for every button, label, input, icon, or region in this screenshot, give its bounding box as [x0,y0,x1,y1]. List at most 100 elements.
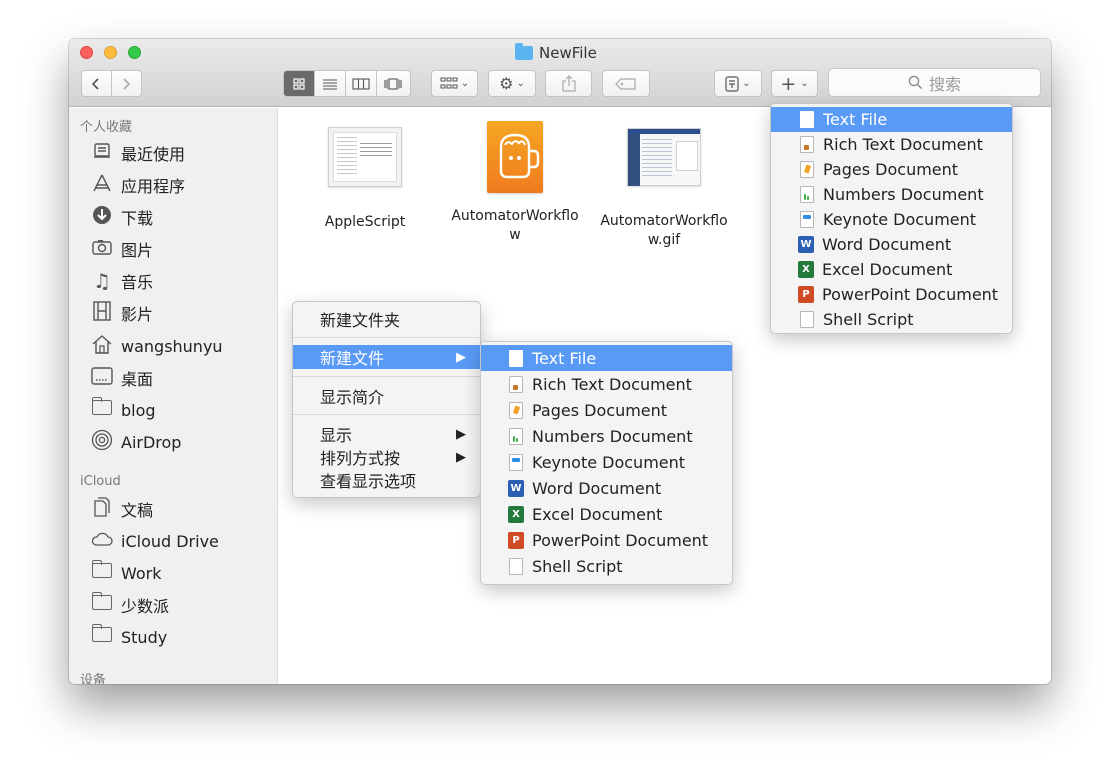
context-item-view-options[interactable]: 查看显示选项 [293,468,480,492]
menu-item-shell-script[interactable]: Shell Script [771,307,1012,331]
close-button[interactable] [80,46,93,59]
coverflow-icon [383,77,402,90]
menu-item-powerpoint[interactable]: P PowerPoint Document [771,282,1012,306]
sidebar-item-label: 影片 [121,305,154,324]
folder-icon [91,397,113,420]
menu-item-excel[interactable]: X Excel Document [771,257,1012,281]
sidebar-item-label: 桌面 [121,370,154,389]
applications-icon [91,174,113,197]
column-view-button[interactable] [346,71,377,96]
submenu-item-rich-text[interactable]: Rich Text Document [481,372,732,396]
word-icon: W [508,479,524,497]
forward-button[interactable] [112,71,141,96]
sidebar-item-downloads[interactable]: 下载 [91,204,153,230]
menu-item-keynote[interactable]: Keynote Document [771,207,1012,231]
sidebar-item-work[interactable]: Work [91,560,162,586]
sidebar-item-blog[interactable]: blog [91,397,156,423]
add-button[interactable]: + ⌄ [771,70,818,97]
folder-icon [91,560,113,583]
toolbar: NewFile ⌄ ⚙ ⌄ ⌄ + ⌄ 搜索 [69,39,1051,107]
submenu-item-text-file[interactable]: Text File [481,345,732,371]
coverflow-view-button[interactable] [377,71,408,96]
tags-button[interactable] [602,70,650,97]
sidebar-item-desktop[interactable]: 桌面 [91,365,153,391]
icon-view-button[interactable] [284,71,315,96]
new-file-submenu: Text File Rich Text Document Pages Docum… [480,341,733,585]
back-button[interactable] [82,71,112,96]
chevron-down-icon: ⌄ [516,78,525,89]
folder-icon [515,43,533,60]
file-item-automator-workflow[interactable]: AutomatorWorkflo w [445,121,585,245]
list-view-button[interactable] [315,71,346,96]
sidebar-item-label: blog [121,400,156,420]
chevron-left-icon [92,77,99,90]
applescript-thumbnail [328,127,402,187]
chevron-down-icon: ⌄ [460,78,470,89]
film-icon [91,300,113,326]
sidebar-item-airdrop[interactable]: AirDrop [91,429,181,455]
gif-thumbnail [627,128,701,186]
sidebar-item-home[interactable]: wangshunyu [91,333,223,359]
submenu-item-excel[interactable]: X Excel Document [481,502,732,526]
share-button[interactable] [545,70,592,97]
menu-item-pages[interactable]: Pages Document [771,157,1012,181]
file-item-applescript[interactable]: AppleScript [295,121,435,232]
chevron-down-icon: ⌄ [800,78,809,89]
menu-item-word[interactable]: W Word Document [771,232,1012,256]
action-button[interactable]: ⚙ ⌄ [488,70,536,97]
sidebar-item-music[interactable]: ♫ 音乐 [91,268,153,294]
sidebar-item-shaoshupai[interactable]: 少数派 [91,592,169,618]
excel-icon: X [798,260,814,278]
numbers-icon [509,427,523,445]
word-icon: W [798,235,814,253]
sidebar-item-applications[interactable]: 应用程序 [91,172,185,198]
menu-item-rich-text[interactable]: Rich Text Document [771,132,1012,156]
sidebar-item-label: Work [121,563,162,583]
file-name: AppleScript [324,214,406,230]
sidebar-item-documents[interactable]: 文稿 [91,496,153,522]
menu-item-text-file[interactable]: Text File [771,107,1012,132]
submenu-item-powerpoint[interactable]: P PowerPoint Document [481,528,732,552]
submenu-item-keynote[interactable]: Keynote Document [481,450,732,474]
sidebar-section-icloud: iCloud [80,474,121,489]
sidebar-item-study[interactable]: Study [91,624,167,650]
context-item-view[interactable]: 显示 ▶ [293,422,480,446]
submenu-arrow-icon: ▶ [456,449,466,465]
context-menu: 新建文件夹 新建文件 ▶ 显示简介 显示 ▶ 排列方式按 ▶ 查看显示选项 [292,301,481,498]
file-item-automator-gif[interactable]: AutomatorWorkflo w.gif [594,121,734,250]
chevron-down-icon: ⌄ [742,78,751,89]
shell-script-icon [509,557,523,575]
context-item-sort-by[interactable]: 排列方式按 ▶ [293,445,480,469]
grid-icon [293,77,305,90]
zoom-button[interactable] [128,46,141,59]
context-item-new-file[interactable]: 新建文件 ▶ [293,345,480,369]
minimize-button[interactable] [104,46,117,59]
search-field[interactable]: 搜索 [828,68,1041,97]
sidebar-item-icloud-drive[interactable]: iCloud Drive [91,528,219,554]
submenu-item-word[interactable]: W Word Document [481,476,732,500]
list-icon [323,78,337,90]
sidebar-item-pictures[interactable]: 图片 [91,236,153,262]
context-item-new-folder[interactable]: 新建文件夹 [293,307,480,331]
search-placeholder: 搜索 [928,74,961,94]
submenu-item-numbers[interactable]: Numbers Document [481,424,732,448]
window-title: NewFile [515,43,597,63]
text-file-icon [509,349,523,367]
new-file-menu-button[interactable]: ⌄ [714,70,762,97]
window-title-text: NewFile [539,44,597,62]
powerpoint-icon: P [798,285,814,303]
group-icon [440,77,458,88]
menu-item-numbers[interactable]: Numbers Document [771,182,1012,206]
sidebar-item-recents[interactable]: 最近使用 [91,140,185,166]
sidebar-item-label: AirDrop [121,432,182,452]
submenu-arrow-icon: ▶ [456,426,466,442]
group-button[interactable]: ⌄ [431,70,478,97]
sidebar-item-movies[interactable]: 影片 [91,300,153,326]
submenu-arrow-icon: ▶ [456,349,466,365]
plus-icon: + [780,72,797,95]
music-icon: ♫ [93,269,111,293]
submenu-item-shell-script[interactable]: Shell Script [481,554,732,578]
menu-separator [293,337,480,338]
submenu-item-pages[interactable]: Pages Document [481,398,732,422]
context-item-get-info[interactable]: 显示简介 [293,384,480,408]
